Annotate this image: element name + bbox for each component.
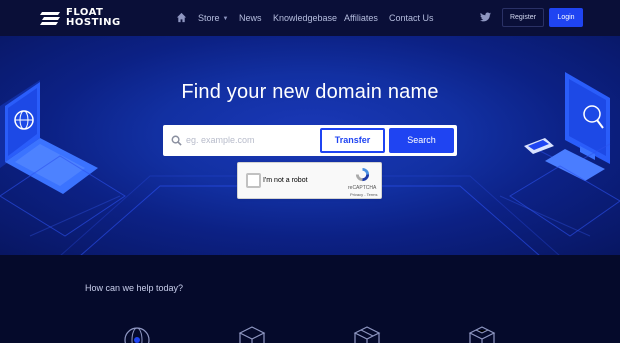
- transfer-button[interactable]: Transfer: [320, 128, 385, 153]
- package-icon: [468, 326, 496, 343]
- chevron-down-icon: ▼: [222, 15, 229, 22]
- nav-news[interactable]: News: [239, 12, 262, 24]
- nav-store-label: Store: [198, 13, 220, 23]
- home-icon[interactable]: [176, 12, 187, 23]
- recaptcha-logo-icon: [355, 167, 370, 182]
- recaptcha-widget: I'm not a robot reCAPTCHA Privacy - Term…: [237, 162, 382, 199]
- logo-line-2: HOSTING: [66, 17, 121, 28]
- recaptcha-checkbox[interactable]: [246, 173, 261, 188]
- help-section-title: How can we help today?: [85, 283, 184, 293]
- nav-knowledgebase[interactable]: Knowledgebase: [273, 12, 337, 24]
- globe-icon: [124, 327, 150, 343]
- logo-text: FLOAT HOSTING: [66, 8, 121, 28]
- domain-search-input[interactable]: [186, 130, 314, 150]
- recaptcha-brand: reCAPTCHA: [348, 185, 377, 191]
- nav-affiliates[interactable]: Affiliates: [344, 12, 378, 24]
- nav-store[interactable]: Store ▼: [198, 12, 228, 25]
- monitor-search-illustration: [509, 72, 620, 237]
- register-button[interactable]: Register: [502, 8, 544, 27]
- logo[interactable]: FLOAT HOSTING: [40, 8, 124, 30]
- nav-contact[interactable]: Contact Us: [389, 12, 434, 24]
- search-icon: [171, 135, 182, 146]
- server-box-icon: [353, 326, 381, 343]
- float-hosting-logo-icon: [40, 12, 60, 25]
- site-header: FLOAT HOSTING Store ▼ News Knowledgebase …: [0, 0, 620, 36]
- recaptcha-label: I'm not a robot: [263, 177, 308, 184]
- box-icon: [238, 326, 266, 343]
- search-button[interactable]: Search: [389, 128, 454, 153]
- login-button[interactable]: Login: [549, 8, 583, 27]
- laptop-globe-illustration: [0, 80, 126, 237]
- recaptcha-links[interactable]: Privacy - Terms: [350, 192, 377, 197]
- twitter-icon[interactable]: [480, 12, 491, 22]
